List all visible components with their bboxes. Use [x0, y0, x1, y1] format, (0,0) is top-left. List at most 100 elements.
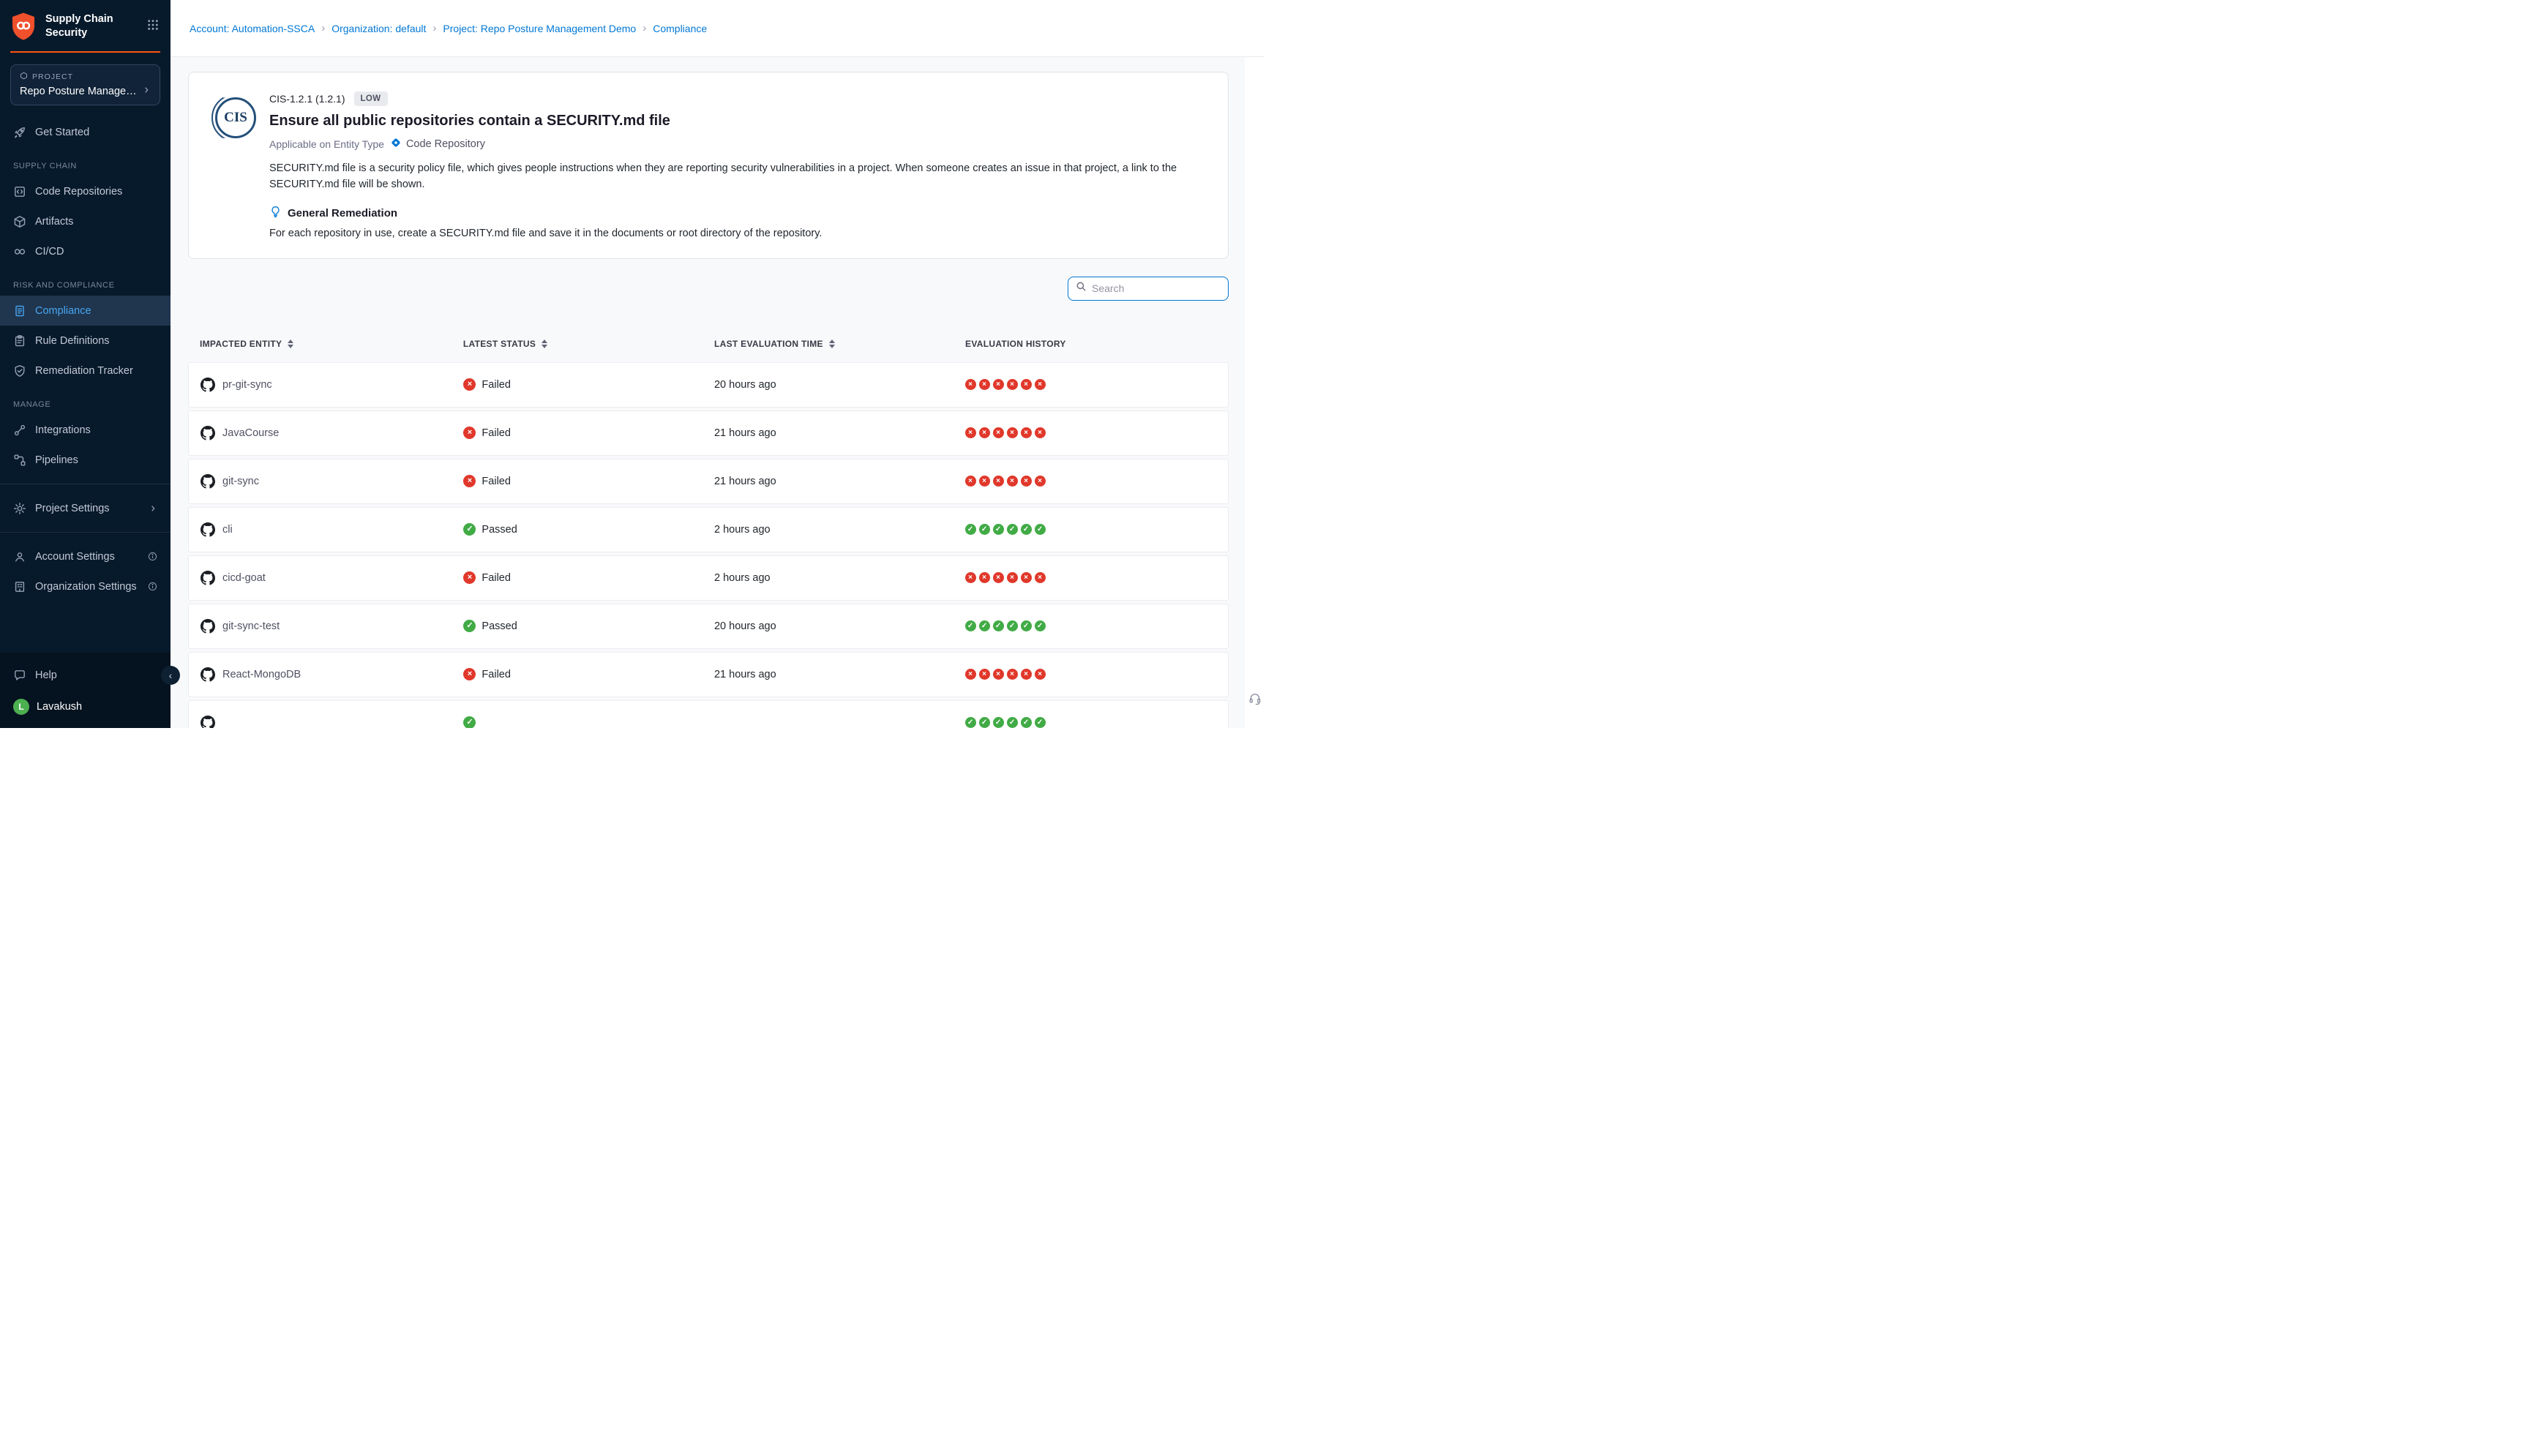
history-pass-icon: ✓ — [993, 717, 1004, 728]
entity-name[interactable]: React-MongoDB — [222, 669, 301, 680]
history-fail-icon: × — [1007, 572, 1018, 583]
evaluation-history: ×××××× — [965, 669, 1228, 680]
entity-name[interactable]: cli — [222, 524, 233, 536]
breadcrumb-compliance-link[interactable]: Compliance — [653, 23, 707, 34]
cicd-icon — [13, 245, 26, 258]
supply-chain-security-logo-icon — [10, 12, 38, 41]
sidebar-item-cicd[interactable]: CI/CD — [0, 236, 171, 266]
sidebar-item-rule-definitions[interactable]: Rule Definitions — [0, 326, 171, 356]
history-pass-icon: ✓ — [1035, 524, 1046, 535]
history-pass-icon: ✓ — [1021, 524, 1032, 535]
table-row[interactable]: React-MongoDB × Failed 21 hours ago ××××… — [188, 652, 1229, 697]
divider — [0, 532, 171, 533]
history-pass-icon: ✓ — [965, 717, 976, 728]
user-profile[interactable]: L Lavakush — [0, 690, 171, 718]
project-selector[interactable]: PROJECT Repo Posture Manage… — [10, 64, 160, 105]
sidebar-item-code-repositories[interactable]: Code Repositories — [0, 176, 171, 206]
status-icon: × — [463, 427, 476, 439]
sidebar-item-label: CI/CD — [35, 246, 64, 258]
evaluation-history: ✓✓✓✓✓✓ — [965, 717, 1228, 728]
brand-title-line1: Supply Chain — [45, 12, 113, 26]
severity-badge: LOW — [354, 91, 388, 106]
sort-icon[interactable] — [542, 339, 547, 348]
brand-accent-divider — [10, 51, 160, 53]
entity-type-link[interactable]: Code Repository — [390, 137, 485, 151]
sidebar-item-label: Pipelines — [35, 454, 78, 466]
entity-name[interactable]: JavaCourse — [222, 427, 279, 439]
table-row[interactable]: cli ✓ Passed 2 hours ago ✓✓✓✓✓✓ — [188, 507, 1229, 552]
table-header: IMPACTED ENTITY LATEST STATUS LAST EVALU… — [188, 339, 1229, 349]
github-icon — [201, 667, 215, 682]
column-header-last-evaluation-time[interactable]: LAST EVALUATION TIME — [714, 339, 965, 349]
support-headset-icon[interactable] — [1248, 691, 1262, 709]
history-fail-icon: × — [1021, 572, 1032, 583]
github-icon — [201, 378, 215, 392]
column-header-impacted-entity[interactable]: IMPACTED ENTITY — [200, 339, 463, 349]
sidebar-item-artifacts[interactable]: Artifacts — [0, 206, 171, 236]
table-row[interactable]: pr-git-sync × Failed 20 hours ago ×××××× — [188, 362, 1229, 408]
sidebar-item-account-settings[interactable]: Account Settings — [0, 541, 171, 571]
evaluation-time: 21 hours ago — [714, 669, 965, 680]
table-row[interactable]: ✓ ✓✓✓✓✓✓ — [188, 700, 1229, 729]
compliance-icon — [13, 304, 26, 318]
sort-icon[interactable] — [829, 339, 835, 348]
history-pass-icon: ✓ — [979, 620, 990, 631]
search-input[interactable] — [1092, 282, 1221, 294]
search-icon — [1076, 281, 1087, 296]
history-fail-icon: × — [979, 572, 990, 583]
table-row[interactable]: git-sync × Failed 21 hours ago ×××××× — [188, 459, 1229, 504]
column-header-latest-status[interactable]: LATEST STATUS — [463, 339, 714, 349]
breadcrumb-project-link[interactable]: Project: Repo Posture Management Demo — [443, 23, 636, 34]
breadcrumb-account-link[interactable]: Account: Automation-SSCA — [190, 23, 315, 34]
search-box[interactable] — [1068, 277, 1229, 301]
sidebar-item-get-started[interactable]: Get Started — [0, 117, 171, 147]
sidebar-collapse-handle[interactable]: ‹ — [161, 666, 180, 685]
github-icon — [201, 474, 215, 489]
sidebar-item-label: Code Repositories — [35, 186, 122, 198]
status-icon: × — [463, 571, 476, 584]
sidebar-item-label: Compliance — [35, 305, 91, 317]
sort-icon[interactable] — [288, 339, 293, 348]
status-label: Failed — [482, 476, 511, 487]
breadcrumb: Account: Automation-SSCA › Organization:… — [171, 0, 1264, 57]
sidebar-item-help[interactable]: Help — [0, 660, 171, 690]
table-row[interactable]: JavaCourse × Failed 21 hours ago ×××××× — [188, 410, 1229, 456]
module-switcher-icon[interactable] — [147, 19, 159, 34]
sidebar-section-supply-chain: SUPPLY CHAIN — [13, 162, 157, 170]
history-pass-icon: ✓ — [1021, 717, 1032, 728]
history-fail-icon: × — [993, 379, 1004, 390]
remediation-tracker-icon — [13, 364, 26, 378]
sidebar-item-pipelines[interactable]: Pipelines — [0, 445, 171, 475]
help-icon — [13, 669, 26, 682]
history-fail-icon: × — [965, 427, 976, 438]
history-pass-icon: ✓ — [993, 524, 1004, 535]
entity-name[interactable]: cicd-goat — [222, 572, 266, 584]
evaluation-history: ×××××× — [965, 427, 1228, 438]
rule-description: SECURITY.md file is a security policy fi… — [269, 161, 1207, 193]
history-fail-icon: × — [1035, 572, 1046, 583]
sidebar-item-label: Organization Settings — [35, 581, 137, 593]
breadcrumb-organization-link[interactable]: Organization: default — [331, 23, 426, 34]
status-icon: × — [463, 378, 476, 391]
chevron-right-icon: › — [642, 22, 646, 34]
history-fail-icon: × — [1035, 669, 1046, 680]
entity-name[interactable]: git-sync — [222, 476, 259, 487]
sidebar-item-compliance[interactable]: Compliance — [0, 296, 171, 326]
avatar[interactable]: L — [13, 699, 29, 715]
sidebar-item-project-settings[interactable]: Project Settings — [0, 493, 171, 523]
evaluation-history: ×××××× — [965, 476, 1228, 487]
table-row[interactable]: git-sync-test ✓ Passed 20 hours ago ✓✓✓✓… — [188, 604, 1229, 649]
entity-name[interactable]: git-sync-test — [222, 620, 280, 632]
sidebar-item-remediation-tracker[interactable]: Remediation Tracker — [0, 356, 171, 386]
sidebar-item-integrations[interactable]: Integrations — [0, 415, 171, 445]
code-repository-icon — [390, 137, 402, 151]
history-fail-icon: × — [993, 427, 1004, 438]
entity-name[interactable]: pr-git-sync — [222, 379, 272, 391]
github-icon — [201, 522, 215, 537]
table-row[interactable]: cicd-goat × Failed 2 hours ago ×××××× — [188, 555, 1229, 601]
chevron-right-icon: › — [321, 22, 325, 34]
history-fail-icon: × — [1007, 427, 1018, 438]
table-body: pr-git-sync × Failed 20 hours ago ××××××… — [188, 362, 1229, 729]
sidebar-nav: Get Started SUPPLY CHAIN Code Repositori… — [0, 117, 171, 653]
sidebar-item-organization-settings[interactable]: Organization Settings — [0, 571, 171, 601]
